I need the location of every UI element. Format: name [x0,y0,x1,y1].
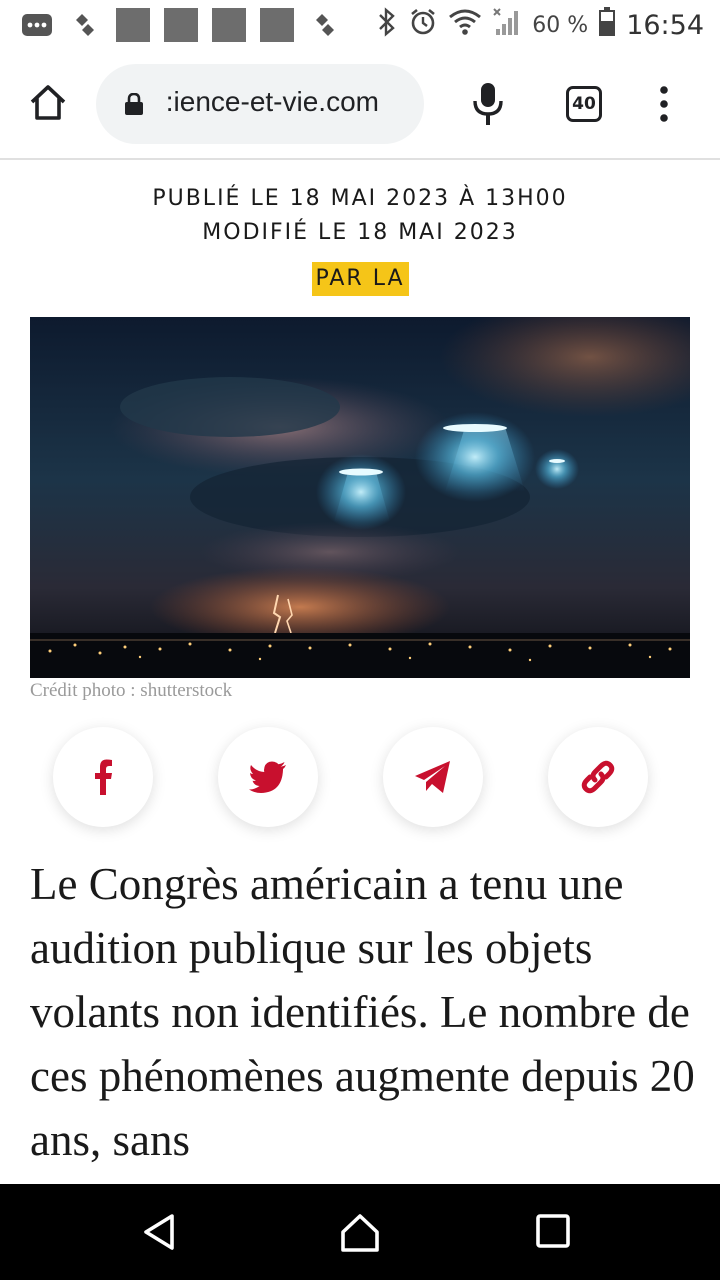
wifi-icon [448,8,482,42]
app-square-icon [164,8,198,42]
nav-recents-button[interactable] [536,1214,570,1248]
alarm-icon [408,7,438,43]
share-link-button[interactable] [548,727,648,827]
clock: 16:54 [626,9,704,41]
messages-icon [20,8,54,42]
bluetooth-icon [376,7,398,43]
home-icon [341,1214,379,1252]
nav-home-button[interactable] [338,1210,382,1254]
app-square-icon [116,8,150,42]
notification-icons [20,8,342,42]
browser-toolbar: :ience-et-vie.com 40 [0,50,720,160]
status-bar: 60 % 16:54 [0,0,720,50]
sync-icon [68,8,102,42]
share-twitter-button[interactable] [218,727,318,827]
system-icons: 60 % 16:54 [376,7,704,43]
signal-icon [492,7,522,43]
battery-percent: 60 % [532,12,589,38]
mic-icon [473,83,503,125]
article-body: Le Congrès américain a tenu une audition… [0,840,720,1184]
lock-icon [125,93,143,115]
home-icon [30,85,66,120]
twitter-icon [249,761,286,793]
tab-switcher-button[interactable]: 40 [566,86,602,122]
battery-icon [598,7,616,43]
published-date: PUBLIÉ LE 18 MAI 2023 À 13H00 [152,186,568,211]
article-meta: PUBLIÉ LE 18 MAI 2023 À 13H00 MODIFIÉ LE… [0,182,720,250]
article-lead: Le Congrès américain a tenu une audition… [30,859,695,1165]
share-facebook-button[interactable] [53,727,153,827]
url-text[interactable]: :ience-et-vie.com [158,86,418,118]
url-bar[interactable]: :ience-et-vie.com [96,64,424,144]
hero-image [30,317,690,678]
home-button[interactable] [28,83,68,123]
photo-credit: Crédit photo : shutterstock [30,680,233,701]
browser-menu-button[interactable] [656,84,672,124]
recents-icon [536,1214,570,1248]
link-icon [581,760,615,794]
share-telegram-button[interactable] [383,727,483,827]
voice-search-button[interactable] [472,82,504,126]
more-vert-icon [660,86,668,122]
nav-back-button[interactable] [138,1210,182,1254]
app-square-icon [260,8,294,42]
sync-icon [308,8,342,42]
share-buttons [0,727,720,827]
app-square-icon [212,8,246,42]
modified-date: MODIFIÉ LE 18 MAI 2023 [202,220,518,245]
telegram-icon [415,761,450,793]
facebook-icon [95,759,112,795]
author-byline[interactable]: PAR LA [311,262,409,296]
back-icon [144,1214,174,1250]
byline-row: PAR LA [0,262,720,296]
system-nav-bar [0,1184,720,1280]
tab-count: 40 [572,94,596,114]
